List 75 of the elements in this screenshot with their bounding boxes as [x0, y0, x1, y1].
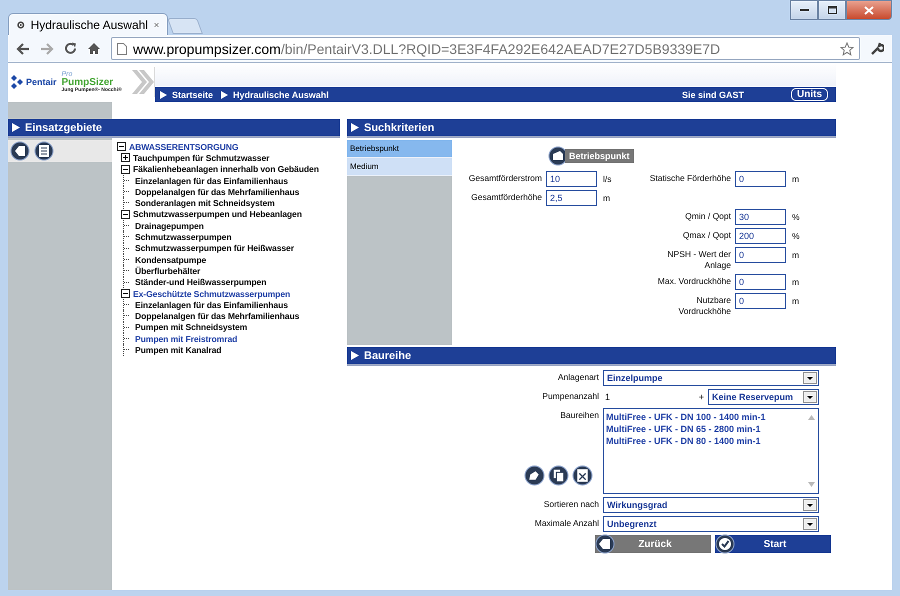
section-badge: Betriebspunkt: [565, 149, 634, 163]
tree-item[interactable]: ABWASSERENTSORGUNG: [129, 142, 238, 152]
field-label: Pumpenanzahl: [541, 390, 599, 403]
tree-item[interactable]: Einzelanlagen für das Einfamilienhaus: [135, 300, 288, 310]
tree-item[interactable]: Überflurbehälter: [135, 266, 200, 276]
units-button[interactable]: Units: [791, 88, 828, 101]
tree-item[interactable]: Kondensatpumpe: [135, 254, 206, 265]
tree-item[interactable]: Einzelanlagen für das Einfamilienhaus: [135, 176, 288, 186]
input-field[interactable]: 0: [735, 293, 786, 309]
tree-item[interactable]: Ex-Geschützte Schmutzwasserpumpen: [133, 288, 290, 298]
unit-label: m: [791, 173, 800, 184]
tree-item[interactable]: Schmutzwasserpumpen und Hebeanlagen: [133, 209, 302, 220]
plus-sign: +: [698, 392, 704, 402]
user-status: Sie sind GAST: [682, 90, 744, 100]
field-label: Maximale Anzahl: [534, 517, 599, 530]
unit-label: m: [791, 249, 800, 260]
unit-label: m: [791, 295, 800, 306]
back-button[interactable]: Zurück: [595, 535, 711, 553]
pump-count: 1: [604, 392, 610, 402]
tree-item[interactable]: Sonderanlagen mit Schneidsystem: [135, 198, 275, 208]
tree-item[interactable]: Schmutzwasserpumpen für Heißwasser: [135, 243, 294, 254]
field-label: Gesamtförderstrom: [468, 172, 542, 184]
dropdown[interactable]: Einzelpumpe: [603, 370, 819, 386]
input-field[interactable]: 10: [546, 171, 597, 187]
section-title: Baureihe: [364, 350, 412, 362]
tree-item[interactable]: Doppelanalgen für das Mehrfamilienhaus: [135, 186, 300, 197]
tree-item[interactable]: Schmutzwasserpumpen: [135, 232, 232, 242]
field-label: Max. Vordruckhöhe: [656, 275, 731, 287]
unit-label: %: [791, 211, 801, 222]
unit-label: m: [602, 192, 612, 203]
field-label: Gesamtförderhöhe: [470, 191, 542, 203]
tree-item[interactable]: Doppelanalgen für das Mehrfamilienhaus: [135, 311, 300, 322]
section-title: Einsatzgebiete: [25, 122, 102, 134]
input-field[interactable]: 2,5: [546, 190, 597, 206]
field-label: Anlagenart: [556, 371, 599, 384]
unit-label: m: [791, 276, 800, 287]
field-label: NPSH - Wert der Anlage: [666, 248, 731, 271]
series-listbox[interactable]: MultiFree - UFK - DN 100 - 1400 min-1 MultiFree - UFK - DN 65 - 2800 min-1 MultiFree - UFK - DN 80 - 1400 min-1: [603, 408, 819, 494]
input-field[interactable]: 30: [735, 209, 786, 225]
tree-item[interactable]: Tauchpumpen für Schmutzwasser: [133, 152, 270, 163]
tree-item[interactable]: Fäkalienhebeanlagen innerhalb von Gebäuden: [133, 164, 319, 174]
list-item[interactable]: MultiFree - UFK - DN 80 - 1400 min-1: [606, 435, 802, 447]
dropdown[interactable]: Wirkungsgrad: [603, 497, 819, 513]
tree-item[interactable]: Pumpen mit Schneidsystem: [135, 322, 248, 332]
tree-item[interactable]: Pumpen mit Freistromrad: [135, 334, 238, 344]
unit-label: %: [791, 230, 801, 241]
field-label: Nutzbare Vordruckhöhe: [678, 294, 731, 317]
pentair-logo: Pentair: [26, 77, 57, 87]
product-name: PumpSizer: [62, 78, 114, 88]
field-label: Baureihen: [560, 409, 599, 420]
address-field[interactable]: www.propumpsizer.com/bin/PentairV3.DLL?RQID=3E3F4FA292E642AEAD7E27D5B9339E7D: [111, 37, 860, 60]
browser-tab[interactable]: Hydraulische Auswahl: [8, 13, 168, 35]
breadcrumb-link[interactable]: Startseite: [172, 90, 214, 100]
criteria-tab[interactable]: Betriebspunkt: [347, 140, 452, 158]
list-item[interactable]: MultiFree - UFK - DN 65 - 2800 min-1: [606, 423, 802, 435]
start-button[interactable]: Start: [715, 535, 831, 553]
tab-title: Hydraulische Auswahl: [30, 18, 148, 32]
field-label: Sortieren nach: [542, 498, 599, 511]
field-label: Qmin / Qopt: [684, 210, 731, 222]
breadcrumb-link[interactable]: Hydraulische Auswahl: [233, 90, 329, 100]
tree-item[interactable]: Ständer-und Heißwasserpumpen: [135, 277, 266, 288]
section-title: Suchkriterien: [364, 122, 434, 134]
tree-item[interactable]: Pumpen mit Kanalrad: [135, 344, 222, 355]
input-field[interactable]: 0: [735, 171, 786, 187]
input-field[interactable]: 200: [735, 228, 786, 244]
dropdown[interactable]: Unbegrenzt: [603, 516, 819, 532]
field-label: Qmax / Qopt: [682, 229, 731, 241]
tree-item[interactable]: Drainagepumpen: [135, 220, 204, 231]
unit-label: l/s: [602, 173, 612, 184]
input-field[interactable]: 0: [735, 274, 786, 290]
criteria-tab[interactable]: Medium: [347, 158, 452, 176]
list-item[interactable]: MultiFree - UFK - DN 100 - 1400 min-1: [606, 411, 802, 423]
dropdown[interactable]: Keine Reservepum: [708, 389, 819, 405]
input-field[interactable]: 0: [735, 247, 786, 263]
field-label: Statische Förderhöhe: [648, 172, 731, 184]
